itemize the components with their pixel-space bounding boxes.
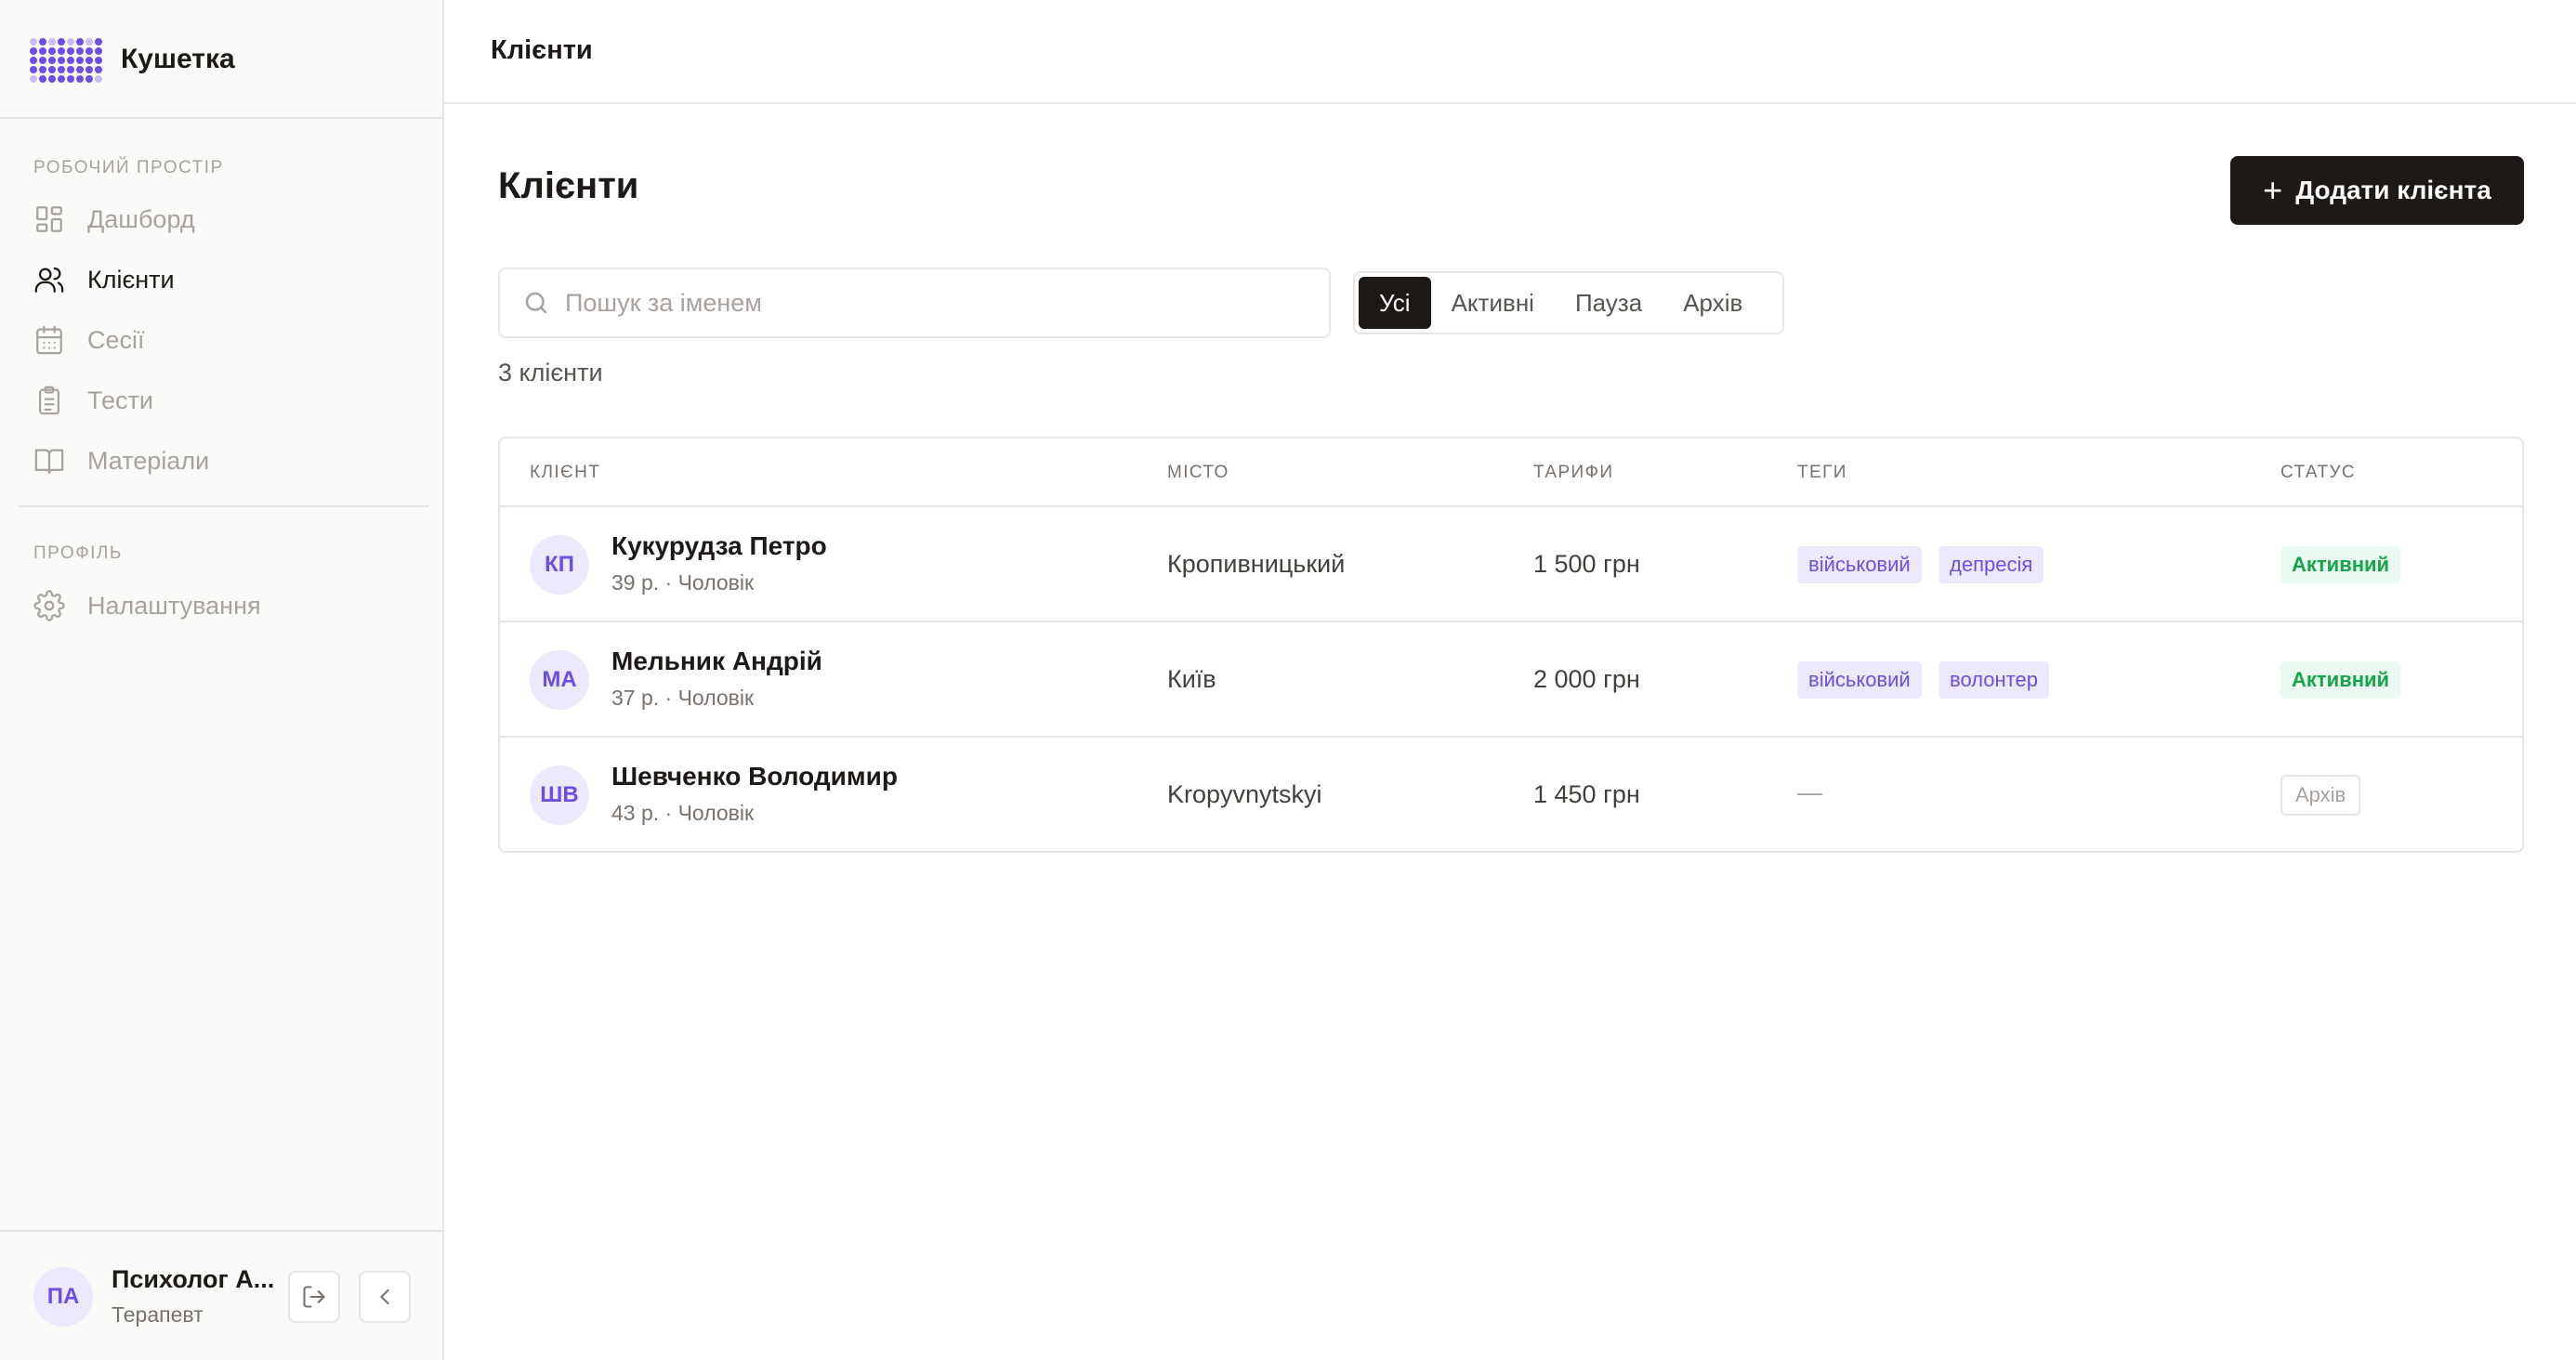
gear-icon: [33, 590, 65, 621]
breadcrumb: Клієнти: [491, 35, 593, 65]
sidebar-item-label: Тести: [87, 386, 153, 414]
brand[interactable]: Кушетка: [30, 33, 235, 85]
status-badge: Архів: [2280, 775, 2361, 816]
calendar-icon: [36, 325, 62, 355]
column-header-tags: Теги: [1797, 463, 1847, 482]
add-client-button[interactable]: + Додати клієнта: [2230, 156, 2524, 225]
sidebar-item-dashboard[interactable]: Дашборд: [33, 195, 424, 243]
sidebar-item-settings[interactable]: Налаштування: [33, 582, 424, 630]
client-name: Мельник Андрій: [611, 647, 822, 675]
sidebar-item-sessions[interactable]: Сесії: [33, 316, 424, 364]
client-meta: 37 р. · Чоловік: [611, 686, 755, 710]
section-label-profile: Профіль: [33, 543, 123, 563]
logout-icon: [303, 1286, 325, 1308]
tag-badge: військовий: [1797, 661, 1922, 699]
section-label-workspace: Робочий простір: [33, 158, 224, 177]
brand-logo-icon: [30, 38, 102, 83]
search-field[interactable]: [498, 268, 1331, 338]
tag-badge: волонтер: [1939, 661, 2049, 699]
filter-tab-active[interactable]: Активні: [1431, 277, 1555, 329]
plus-icon: +: [2263, 171, 2283, 209]
client-count: 3 клієнти: [498, 359, 603, 386]
clients-table: Клієнт Місто Тарифи Теги Статус КП Кукур…: [498, 437, 2524, 853]
avatar: МА: [530, 650, 589, 710]
sidebar-item-tests[interactable]: Тести: [33, 376, 424, 425]
sidebar-item-label: Дашборд: [87, 204, 195, 233]
divider: [19, 505, 429, 507]
filter-tab-all[interactable]: Усі: [1359, 277, 1431, 329]
topbar: Клієнти: [444, 0, 2576, 104]
sidebar-item-label: Клієнти: [87, 265, 175, 294]
avatar: ШВ: [530, 765, 589, 825]
user-panel: ПА Психолог А... Терапевт: [0, 1230, 442, 1360]
sidebar-item-materials[interactable]: Матеріали: [33, 437, 424, 485]
search-input[interactable]: [565, 288, 1308, 318]
empty-tags: —: [1797, 778, 1822, 806]
table-row[interactable]: ШВ Шевченко Володимир 43 р. · Чоловік Kr…: [500, 738, 2522, 853]
user-name: Психолог А...: [112, 1265, 275, 1293]
status-badge: Активний: [2280, 661, 2401, 699]
client-rate: 2 000 грн: [1533, 665, 1640, 693]
brand-name: Кушетка: [121, 44, 235, 74]
user-role: Терапевт: [112, 1302, 204, 1327]
clipboard-icon: [38, 386, 60, 415]
filter-tab-paused[interactable]: Пауза: [1555, 277, 1663, 329]
avatar[interactable]: ПА: [33, 1267, 93, 1327]
column-header-status: Статус: [2280, 463, 2357, 482]
status-filter: Усі Активні Пауза Архів: [1353, 271, 1784, 334]
column-header-city: Місто: [1167, 463, 1229, 482]
collapse-sidebar-button[interactable]: [359, 1271, 411, 1323]
client-name: Шевченко Володимир: [611, 762, 898, 791]
client-rate: 1 450 грн: [1533, 780, 1640, 808]
client-name: Кукурудза Петро: [611, 531, 827, 560]
column-header-rates: Тарифи: [1533, 463, 1614, 482]
client-city: Кропивницький: [1167, 550, 1346, 578]
table-row[interactable]: КП Кукурудза Петро 39 р. · Чоловік Кропи…: [500, 507, 2522, 622]
sidebar: Кушетка Робочий простір Дашборд Клієнти …: [0, 0, 444, 1360]
sidebar-item-label: Налаштування: [87, 591, 261, 620]
avatar: КП: [530, 535, 589, 595]
client-city: Kropyvnytskyi: [1167, 780, 1322, 808]
page-title: Клієнти: [498, 165, 639, 206]
add-client-label: Додати клієнта: [2295, 176, 2491, 204]
tag-badge: військовий: [1797, 546, 1922, 583]
client-rate: 1 500 грн: [1533, 550, 1640, 578]
book-icon: [34, 449, 64, 474]
logout-button[interactable]: [288, 1271, 340, 1323]
client-meta: 39 р. · Чоловік: [611, 570, 755, 595]
divider: [0, 117, 442, 119]
users-icon: [34, 267, 64, 293]
search-icon: [525, 292, 547, 314]
dashboard-icon: [36, 206, 62, 232]
status-badge: Активний: [2280, 546, 2401, 583]
tag-badge: депресія: [1939, 546, 2044, 583]
column-header-client: Клієнт: [530, 463, 601, 482]
sidebar-item-label: Сесії: [87, 325, 145, 354]
sidebar-item-clients[interactable]: Клієнти: [33, 255, 424, 304]
chevron-left-icon: [380, 1288, 389, 1305]
client-city: Київ: [1167, 665, 1216, 693]
sidebar-item-label: Матеріали: [87, 446, 210, 475]
client-meta: 43 р. · Чоловік: [611, 801, 755, 825]
table-row[interactable]: МА Мельник Андрій 37 р. · Чоловік Київ 2…: [500, 622, 2522, 738]
filter-tab-archive[interactable]: Архів: [1663, 277, 1763, 329]
